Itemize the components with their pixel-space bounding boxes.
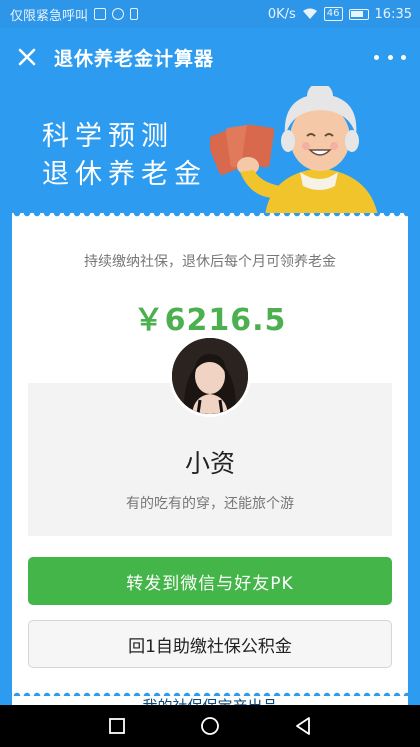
hero-line-1: 科学预测 [42, 121, 174, 152]
notification-icon [112, 8, 125, 20]
network-speed: 0K/s [267, 6, 296, 22]
close-button[interactable] [0, 28, 54, 86]
social-security-button[interactable]: 回1自助缴社保公积金 [28, 620, 392, 668]
persona-description: 有的吃有的穿，还能旅个游 [126, 496, 294, 512]
footer-text: 我的社保保宝产出品 [0, 693, 420, 705]
hero-line-2: 退休养老金 [42, 159, 207, 190]
close-icon [18, 48, 36, 66]
persona-name: 小资 [184, 449, 235, 478]
hero-banner: 科学预测 退休养老金 [0, 86, 420, 216]
circle-icon [201, 717, 219, 735]
back-triangle-icon [296, 717, 311, 735]
result-card: 持续缴纳社保，退休后每个月可领养老金 ￥6216.5 小资 有的吃有的穿，还能旅… [12, 213, 408, 705]
square-icon [108, 718, 125, 734]
more-button[interactable] [374, 46, 406, 68]
share-wechat-button[interactable]: 转发到微信与好友PK [28, 557, 392, 605]
status-time: 16:35 [374, 6, 412, 22]
status-bar: 仅限紧急呼叫 0K/s 46 16:35 [0, 0, 420, 28]
page-title: 退休养老金计算器 [54, 47, 215, 70]
nav-bar: 退休养老金计算器 [0, 28, 420, 86]
system-nav-bar [0, 705, 420, 747]
battery-icon [348, 8, 369, 20]
recent-apps-button[interactable] [105, 714, 129, 738]
sim-icon [94, 8, 107, 20]
wifi-icon [302, 8, 317, 19]
avatar [169, 335, 251, 417]
usb-icon [130, 8, 139, 20]
result-subtitle: 持续缴纳社保，退休后每个月可领养老金 [84, 254, 336, 270]
pension-amount: ￥6216.5 [133, 303, 287, 338]
more-icon [374, 54, 379, 60]
back-button[interactable] [291, 714, 315, 738]
status-left-text: 仅限紧急呼叫 [10, 8, 89, 24]
network-tag: 46 [323, 7, 343, 21]
grandma-illustration [210, 86, 378, 216]
home-button[interactable] [198, 714, 222, 738]
card-body: 持续缴纳社保，退休后每个月可领养老金 ￥6216.5 小资 有的吃有的穿，还能旅… [12, 219, 408, 705]
